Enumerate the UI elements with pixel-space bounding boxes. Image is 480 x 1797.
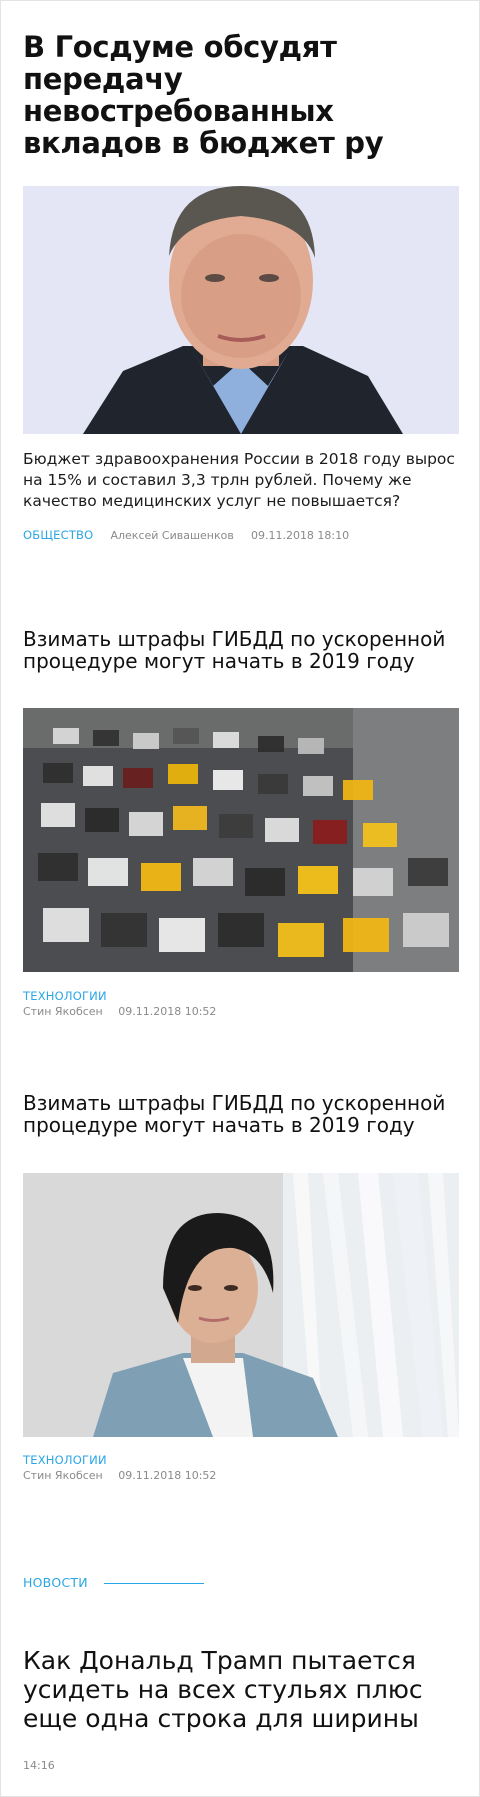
article-2-photo[interactable] (23, 708, 459, 972)
main-article-date: 09.11.2018 18:10 (250, 529, 350, 542)
article-3-date: 09.11.2018 10:52 (118, 1469, 217, 1482)
main-article-author[interactable]: Алексей Сивашенков (110, 529, 233, 542)
main-article-rubric[interactable]: ОБЩЕСТВО (23, 528, 93, 542)
article-3-meta: ТЕХНОЛОГИИ Стин Якобсен 09.11.2018 10:52 (23, 1452, 459, 1484)
article-2-meta: ТЕХНОЛОГИИ Стин Якобсен 09.11.2018 10:52 (23, 988, 459, 1020)
traffic-jam-image (23, 708, 459, 972)
article-3-photo[interactable] (23, 1173, 459, 1437)
article-2-rubric[interactable]: ТЕХНОЛОГИИ (23, 988, 459, 1004)
page: В Госдуме обсудят передачу невостребован… (0, 0, 480, 1797)
main-article-lead: Бюджет здравоохранения России в 2018 год… (23, 450, 455, 510)
news-section-header: НОВОСТИ (23, 1575, 459, 1591)
article-2-byline: Стин Якобсен 09.11.2018 10:52 (23, 1004, 459, 1020)
news-section-divider (103, 1582, 204, 1584)
news-article-time: 14:16 (23, 1759, 55, 1772)
article-2-date: 09.11.2018 10:52 (118, 1005, 217, 1018)
article-2-author[interactable]: Стин Якобсен (23, 1005, 103, 1018)
article-3-byline: Стин Якобсен 09.11.2018 10:52 (23, 1468, 459, 1484)
article-3-author[interactable]: Стин Якобсен (23, 1469, 103, 1482)
article-2-title[interactable]: Взимать штрафы ГИБДД по ускоренной проце… (23, 628, 459, 672)
portrait-woman-image (23, 1173, 459, 1437)
main-article-title[interactable]: В Госдуме обсудят передачу невостребован… (23, 31, 459, 159)
main-article-photo[interactable] (23, 186, 459, 434)
article-3-title[interactable]: Взимать штрафы ГИБДД по ускоренной проце… (23, 1092, 459, 1136)
article-3-rubric[interactable]: ТЕХНОЛОГИИ (23, 1452, 459, 1468)
news-article-title[interactable]: Как Дональд Трамп пытается усидеть на вс… (23, 1646, 459, 1733)
main-article-meta: ОБЩЕСТВО Алексей Сивашенков 09.11.2018 1… (23, 524, 459, 544)
news-section-label[interactable]: НОВОСТИ (23, 1575, 88, 1591)
portrait-man-image (23, 186, 459, 434)
